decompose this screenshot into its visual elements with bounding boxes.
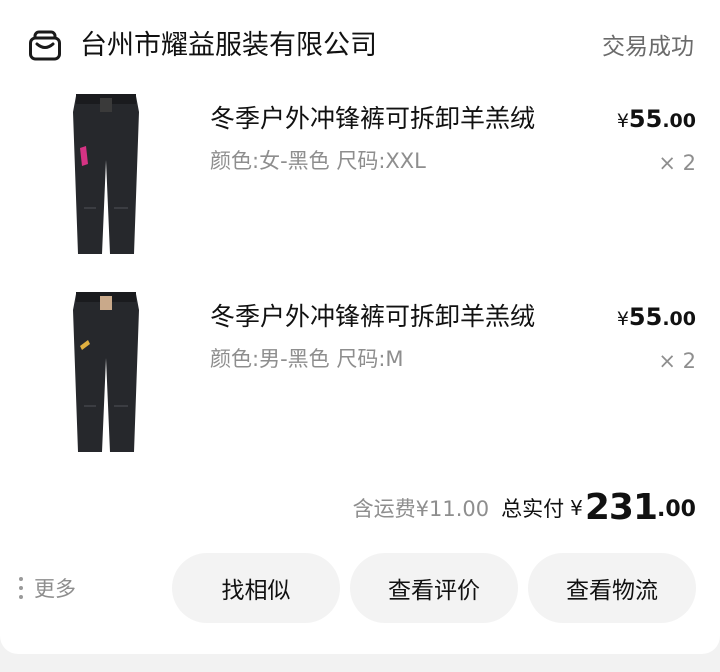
order-summary: 含运费¥11.00 总实付 ¥231.00 xyxy=(353,484,696,528)
order-card: 台州市耀益服装有限公司 交易成功 冬季户外冲锋裤可拆卸羊羔绒 颜色:女-黑色 尺… xyxy=(0,0,720,654)
item-title[interactable]: 冬季户外冲锋裤可拆卸羊羔绒 xyxy=(210,102,535,136)
total-integer: 231 xyxy=(584,487,658,528)
item-spec: 颜色:女-黑色 尺码:XXL xyxy=(210,149,426,173)
order-item[interactable]: 冬季户外冲锋裤可拆卸羊羔绒 颜色:男-黑色 尺码:M ¥55.00 × 2 xyxy=(0,286,720,466)
more-menu[interactable]: 更多 xyxy=(18,572,76,604)
shop-name[interactable]: 台州市耀益服装有限公司 xyxy=(80,28,377,64)
item-quantity: × 2 xyxy=(658,349,696,373)
item-price: ¥55.00 xyxy=(617,102,696,138)
more-dots-icon xyxy=(19,577,23,599)
item-spec: 颜色:男-黑色 尺码:M xyxy=(210,347,404,371)
shop-icon xyxy=(29,30,61,61)
item-price: ¥55.00 xyxy=(617,300,696,336)
price-currency: ¥ xyxy=(616,308,629,330)
item-title[interactable]: 冬季户外冲锋裤可拆卸羊羔绒 xyxy=(210,300,535,334)
price-decimal: .00 xyxy=(662,110,696,132)
view-review-button[interactable]: 查看评价 xyxy=(350,553,518,623)
price-integer: 55 xyxy=(628,105,663,133)
shop-header[interactable]: 台州市耀益服装有限公司 交易成功 xyxy=(0,0,720,92)
price-decimal: .00 xyxy=(662,308,696,330)
price-currency: ¥ xyxy=(616,110,629,132)
price-integer: 55 xyxy=(628,303,663,331)
order-status: 交易成功 xyxy=(602,34,694,60)
product-thumbnail[interactable] xyxy=(56,286,156,458)
total-label: 总实付 xyxy=(501,497,565,521)
order-item[interactable]: 冬季户外冲锋裤可拆卸羊羔绒 颜色:女-黑色 尺码:XXL ¥55.00 × 2 xyxy=(0,88,720,268)
total-currency: ¥ xyxy=(570,496,583,520)
total-amount: ¥231.00 xyxy=(570,488,696,528)
shipping-fee: 含运费¥11.00 xyxy=(352,497,490,521)
find-similar-button[interactable]: 找相似 xyxy=(172,553,340,623)
total-decimal: .00 xyxy=(657,497,696,522)
item-quantity: × 2 xyxy=(658,151,696,175)
view-logistics-button[interactable]: 查看物流 xyxy=(528,553,696,623)
more-label[interactable]: 更多 xyxy=(34,573,76,603)
product-thumbnail[interactable] xyxy=(56,88,156,260)
